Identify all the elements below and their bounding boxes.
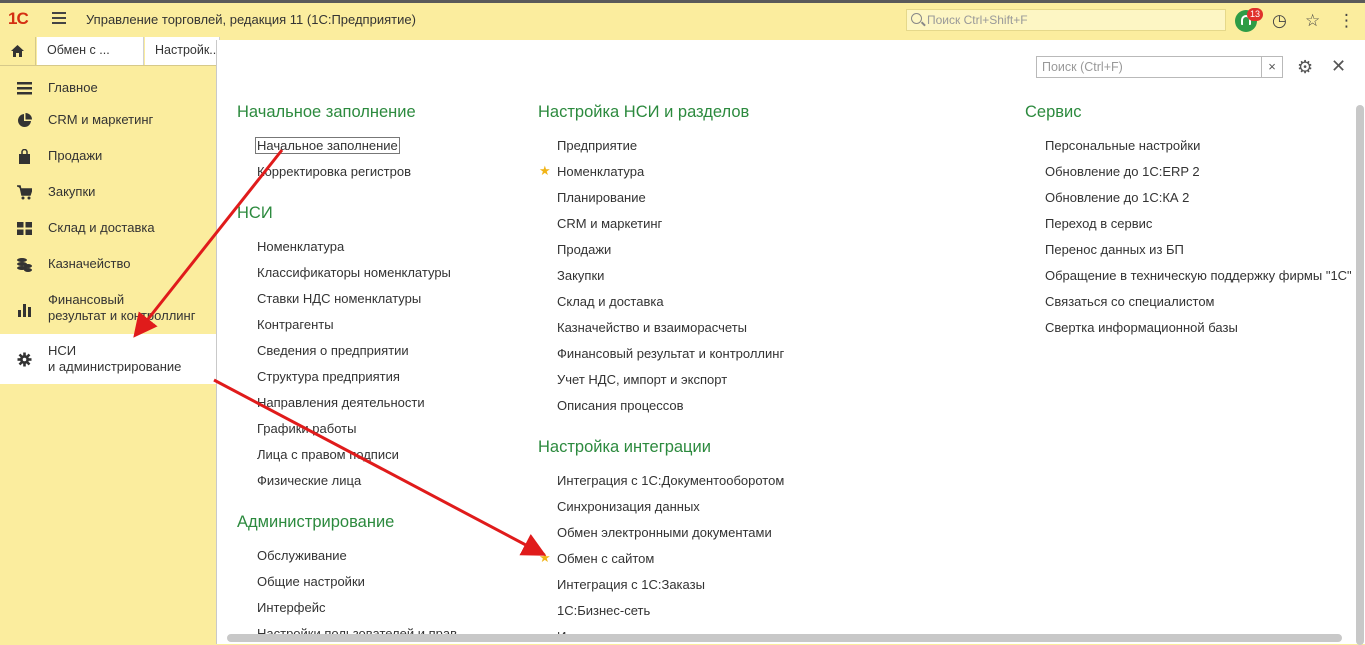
link-vat-rates[interactable]: Ставки НДС номенклатуры [257,291,421,306]
history-icon[interactable]: ◷ [1272,11,1287,31]
vertical-scrollbar-thumb[interactable] [1356,105,1364,645]
link-process-descriptions[interactable]: Описания процессов [557,398,684,413]
link-move-to-service[interactable]: Переход в сервис [1045,216,1152,231]
close-icon[interactable]: ✕ [1331,56,1346,77]
sidebar-item-label: Финансовый [48,292,125,307]
link-tech-support[interactable]: Обращение в техническую поддержку фирмы … [1045,268,1351,283]
link-site-exchange[interactable]: Обмен с сайтом [557,551,654,566]
link-work-schedules[interactable]: Графики работы [257,421,356,436]
link-adjust-registers[interactable]: Корректировка регистров [257,164,411,179]
link-crm-settings[interactable]: CRM и маркетинг [557,216,662,231]
link-individuals[interactable]: Физические лица [257,473,361,488]
sidebar-item-label-line2: результат и контроллинг [48,308,196,323]
link-data-sync[interactable]: Синхронизация данных [557,499,700,514]
link-warehouse-settings[interactable]: Склад и доставка [557,294,664,309]
sidebar-item-label: Главное [48,80,98,95]
home-icon [11,45,24,57]
function-panel: Поиск (Ctrl+F) × ⚙ ✕ Начальное заполнени… [216,40,1365,645]
link-nomenclature[interactable]: Номенклатура [257,239,344,254]
more-options-icon[interactable]: ⋮ [1338,11,1355,31]
favorite-star-icon[interactable]: ★ [539,550,551,566]
bar-chart-icon [18,304,31,317]
home-tab[interactable] [0,37,36,65]
sidebar-item-label-line2: и администрирование [48,359,182,374]
clear-search-button[interactable]: × [1262,56,1283,78]
tab-exchange-site[interactable]: Обмен с ... [37,37,144,65]
search-icon [911,13,922,24]
sections-sidebar: Главное CRM и маркетинг Продажи Закупки … [0,66,216,644]
sidebar-item-sales[interactable]: Продажи [0,144,216,168]
link-nomenclature-classifiers[interactable]: Классификаторы номенклатуры [257,265,451,280]
link-vat-import-export[interactable]: Учет НДС, импорт и экспорт [557,372,727,387]
sidebar-item-label: CRM и маркетинг [48,112,154,127]
section-title-administration: Администрирование [237,513,395,531]
shopping-bag-icon [19,149,30,164]
section-title-service: Сервис [1025,103,1082,121]
settings-gear-icon[interactable]: ⚙ [1297,57,1313,78]
panel-search-input[interactable]: Поиск (Ctrl+F) [1036,56,1262,78]
sidebar-item-finance[interactable]: Финансовый результат и контроллинг [0,292,216,326]
link-purchases-settings[interactable]: Закупки [557,268,604,283]
section-title-nsi-settings: Настройка НСИ и разделов [538,103,750,121]
section-title-integration: Настройка интеграции [538,438,711,456]
tab-settings[interactable]: Настройк... [145,37,220,65]
link-signatories[interactable]: Лица с правом подписи [257,447,399,462]
vertical-scrollbar[interactable] [1356,100,1364,645]
cart-icon [17,185,32,200]
link-transfer-bp[interactable]: Перенос данных из БП [1045,242,1184,257]
sidebar-item-purchases[interactable]: Закупки [0,180,216,204]
sidebar-item-label: НСИ [48,343,77,358]
link-enterprise[interactable]: Предприятие [557,138,637,153]
sidebar-item-main[interactable]: Главное [0,76,216,100]
section-title-initial-fill: Начальное заполнение [237,103,416,121]
sidebar-item-warehouse[interactable]: Склад и доставка [0,216,216,240]
link-general-settings[interactable]: Общие настройки [257,574,365,589]
link-counterparties[interactable]: Контрагенты [257,317,334,332]
link-edi-exchange[interactable]: Обмен электронными документами [557,525,772,540]
favorite-star-icon[interactable]: ★ [539,163,551,179]
title-bar: 1С Управление торговлей, редакция 11 (1С… [0,0,1365,37]
link-company-structure[interactable]: Структура предприятия [257,369,400,384]
link-personal-settings[interactable]: Персональные настройки [1045,138,1200,153]
link-maintenance[interactable]: Обслуживание [257,548,347,563]
global-search-placeholder: Поиск Ctrl+Shift+F [927,13,1028,27]
sidebar-item-label: Склад и доставка [48,220,155,235]
sidebar-item-nsi-admin[interactable]: НСИ и администрирование [0,334,216,384]
link-finance-settings[interactable]: Финансовый результат и контроллинг [557,346,784,361]
link-nomenclature-settings[interactable]: Номенклатура [557,164,644,179]
link-update-ka[interactable]: Обновление до 1С:КА 2 [1045,190,1189,205]
horizontal-scrollbar[interactable] [227,634,1342,642]
pie-chart-icon [18,113,32,127]
favorites-star-icon[interactable]: ☆ [1305,11,1320,31]
link-sales-settings[interactable]: Продажи [557,242,611,257]
main-menu-icon[interactable] [52,12,66,24]
warehouse-icon [17,222,32,235]
section-title-nsi: НСИ [237,204,273,222]
sidebar-item-label: Продажи [48,148,103,163]
link-company-info[interactable]: Сведения о предприятии [257,343,409,358]
link-docflow-integration[interactable]: Интеграция с 1С:Документооборотом [557,473,784,488]
link-treasury-settings[interactable]: Казначейство и взаиморасчеты [557,320,747,335]
app-title: Управление торговлей, редакция 11 (1С:Пр… [86,12,416,27]
menu-icon [17,82,32,95]
sidebar-item-treasury[interactable]: Казначейство [0,252,216,276]
link-collapse-db[interactable]: Свертка информационной базы [1045,320,1238,335]
link-planning[interactable]: Планирование [557,190,646,205]
gear-icon [17,352,32,367]
link-orders-integration[interactable]: Интеграция с 1С:Заказы [557,577,705,592]
link-initial-fill[interactable]: Начальное заполнение [255,137,400,154]
link-interface[interactable]: Интерфейс [257,600,325,615]
notifications-badge: 13 [1247,8,1263,21]
sidebar-item-label: Закупки [48,184,96,199]
sidebar-item-crm[interactable]: CRM и маркетинг [0,108,216,132]
app-logo: 1С [8,9,29,28]
link-business-directions[interactable]: Направления деятельности [257,395,425,410]
coins-icon [17,258,32,272]
link-update-erp[interactable]: Обновление до 1С:ERP 2 [1045,164,1200,179]
link-contact-specialist[interactable]: Связаться со специалистом [1045,294,1215,309]
global-search-input[interactable]: Поиск Ctrl+Shift+F [906,9,1226,31]
link-business-network[interactable]: 1С:Бизнес-сеть [557,603,650,618]
sidebar-item-label: Казначейство [48,256,131,271]
